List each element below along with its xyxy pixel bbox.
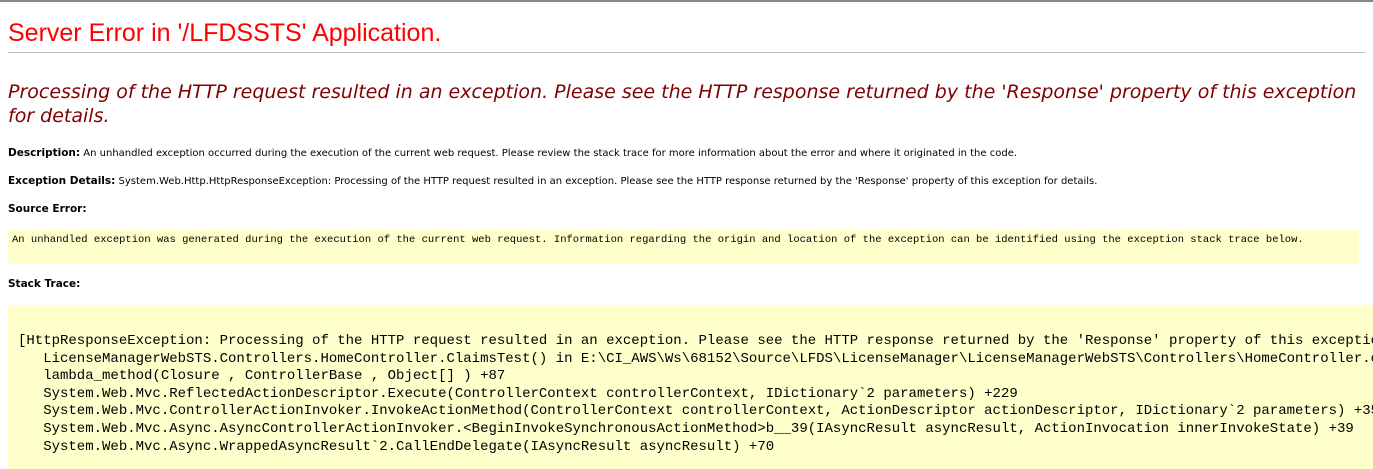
stack-trace-heading: Stack Trace: [8,278,80,290]
description-text: An unhandled exception occurred during t… [80,148,1018,159]
source-error-heading: Source Error: [8,203,87,215]
stack-line: System.Web.Mvc.Async.AsyncControllerActi… [18,420,1354,437]
exception-details: Exception Details: System.Web.Http.HttpR… [8,175,1097,187]
source-error-box: An unhandled exception was generated dur… [8,230,1359,264]
stack-line: System.Web.Mvc.ReflectedActionDescriptor… [18,385,1018,402]
stack-trace-box: [HttpResponseException: Processing of th… [8,305,1373,469]
exception-details-label: Exception Details: [8,175,116,187]
page-title: Server Error in '/LFDSSTS' Application. [8,19,442,47]
stack-line: System.Web.Mvc.Async.WrappedAsyncResult`… [18,438,775,455]
stack-line: LicenseManagerWebSTS.Controllers.HomeCon… [18,350,1373,367]
exception-details-text: System.Web.Http.HttpResponseException: P… [115,176,1098,187]
stack-line: System.Web.Mvc.ControllerActionInvoker.I… [18,403,1373,420]
stack-line: lambda_method(Closure , ControllerBase ,… [18,368,506,385]
description-label: Description: [8,147,81,159]
source-error-label: Source Error: [8,203,87,215]
stack-trace-label: Stack Trace: [8,278,81,290]
description: Description: An unhandled exception occu… [8,147,1017,159]
divider [8,52,1365,53]
error-subtitle: Processing of the HTTP request resulted … [8,81,1357,127]
stack-line: [HttpResponseException: Processing of th… [18,333,1373,349]
